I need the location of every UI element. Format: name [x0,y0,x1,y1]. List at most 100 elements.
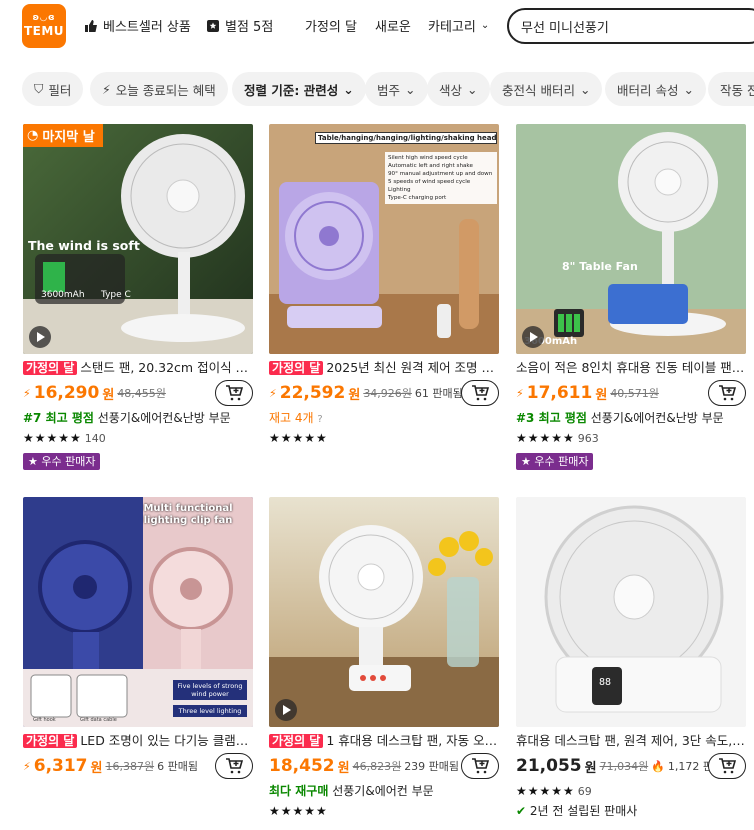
image-caption: Table/hanging/hanging/lighting/shaking h… [315,132,497,144]
sold-count: 6 판매됨 [157,760,198,773]
deal-tag: 가정의 달 [269,361,324,375]
review-count: 140 [84,432,106,445]
product-card[interactable]: 8" Table Fan 3600mAh 소음이 적은 8인치 휴대용 진동 테… [516,124,746,470]
product-card[interactable]: 88 휴대용 데스크탑 팬, 원격 제어, 3단 속도, LED 21,055 원… [516,497,746,821]
filter-button[interactable]: ⛉ 필터 [22,72,84,106]
currency: 원 [102,387,115,403]
product-image[interactable] [269,497,499,727]
star-rating: ★★★★★ [516,431,575,445]
product-price: 16,290 [33,383,100,403]
play-icon[interactable] [29,326,51,348]
nav-category[interactable]: 카테고리 ⌄ [428,16,489,35]
last-day-badge: ◔ 마지막 날 [23,124,103,147]
last-day-label: 마지막 날 [42,130,95,145]
original-price: 48,455원 [117,387,166,400]
nav-five-star[interactable]: 별점 5점 [206,16,273,35]
deal-tag: 가정의 달 [269,734,324,748]
rank-row[interactable]: #7 최고 평점 선풍기&에어컨&난방 부문 [23,408,253,428]
product-card[interactable]: The wind is soft 3600mAh Type C ◔ 마지막 날 … [23,124,253,470]
star-rating: ★★★★★ [516,784,575,798]
search-input[interactable]: 무선 미니선풍기 [507,8,754,44]
chevron-down-icon: ⌄ [467,81,478,97]
header: ʚ◡ɞ TEMU 베스트셀러 상품 별점 5점 가정의 달 새로운 카테고리 ⌄… [0,0,754,52]
rank-category: 선풍기&에어컨&난방 부문 [590,411,724,425]
chevron-down-icon: ⌄ [683,81,694,97]
feature-item: Silent high wind speed cycle [388,155,468,161]
battery-dropdown[interactable]: 충전식 배터리 ⌄ [490,72,603,106]
lightning-icon: ⚡ [516,386,524,400]
top-seller-label: 우수 판매자 [534,455,589,468]
product-image[interactable]: 8" Table Fan 3600mAh [516,124,746,354]
lightning-icon: ⚡ [269,386,277,400]
nav-month-deal[interactable]: 가정의 달 [305,16,357,35]
logo-mark: ʚ◡ɞ [32,13,56,23]
battery-attr-label: 배터리 속성 [617,82,679,98]
product-title-row[interactable]: 가정의 달 LED 조명이 있는 다기능 클램프 팬 [23,731,253,751]
feature-item: Type-C charging port [388,195,447,201]
cart-icon [719,385,736,401]
top-seller-badge: ★ 우수 판매자 [516,453,594,470]
temu-logo[interactable]: ʚ◡ɞ TEMU [22,4,66,48]
help-icon[interactable]: ? [317,414,322,425]
product-card[interactable]: 가정의 달1 휴대용 데스크탑 팬, 자동 오실레이팅 18,452원 46,8… [269,497,499,821]
product-title-row[interactable]: 휴대용 데스크탑 팬, 원격 제어, 3단 속도, LED [516,731,746,751]
product-image[interactable]: 88 [516,497,746,727]
add-to-cart-button[interactable] [708,380,746,406]
product-title: 휴대용 데스크탑 팬, 원격 제어, 3단 속도, LED [516,733,746,748]
rating-row[interactable]: ★★★★★ 69 [516,781,746,801]
price-row: 21,055 원 71,034원 🔥 1,172 판매됨 [516,751,746,781]
nav-month-deal-label: 가정의 달 [305,20,357,35]
add-to-cart-button[interactable] [461,753,499,779]
currency: 원 [348,387,361,403]
product-price: 21,055 [516,756,582,776]
play-icon[interactable] [275,699,297,721]
original-price: 16,387원 [105,760,155,773]
add-to-cart-button[interactable] [708,753,746,779]
add-to-cart-button[interactable] [215,380,253,406]
add-to-cart-button[interactable] [461,380,499,406]
price-row: 18,452 원 46,823원 239 판매됨 [269,751,499,781]
repurchase-label: 최다 재구매 [269,784,329,798]
product-card[interactable]: Multi functional lighting clip fan Five … [23,497,253,781]
rating-row[interactable]: ★★★★★ 140 [23,428,253,448]
feature-item: 5 speeds of wind speed cycle [388,179,471,185]
rating-row[interactable]: ★★★★★ 963 [516,428,746,448]
rating-row[interactable]: ★★★★★ [269,428,499,448]
rating-row[interactable]: ★★★★★ [269,801,499,821]
play-icon[interactable] [522,326,544,348]
image-caption-light: Three level lighting [173,705,247,717]
image-caption: The wind is soft [28,238,140,253]
sold-count: 239 판매됨 [404,760,460,773]
chevron-down-icon: ⌄ [480,20,490,31]
nav-bestseller[interactable]: 베스트셀러 상품 [84,16,191,35]
product-card[interactable]: Table/hanging/hanging/lighting/shaking h… [269,124,499,448]
product-image[interactable]: Table/hanging/hanging/lighting/shaking h… [269,124,499,354]
product-title-row[interactable]: 가정의 달2025년 최신 원격 제어 조명 팬, 휴대용 [269,358,499,378]
product-image[interactable]: The wind is soft 3600mAh Type C ◔ 마지막 날 [23,124,253,354]
battery-attr-dropdown[interactable]: 배터리 속성 ⌄ [605,72,706,106]
image-caption-cable: Gift data cable [80,717,117,723]
feature-item: 90° manual adjustment up and down [388,171,493,177]
product-image[interactable]: Multi functional lighting clip fan Five … [23,497,253,727]
nav-new[interactable]: 새로운 [375,16,411,35]
sort-dropdown[interactable]: 정렬 기준: 관련성 ⌄ [232,72,366,106]
seller-info: 2년 전 설립된 판매사 [529,804,638,818]
category-label: 범주 [377,82,401,98]
top-seller-label: 우수 판매자 [41,455,96,468]
color-dropdown[interactable]: 색상 ⌄ [427,72,490,106]
product-title-row[interactable]: 가정의 달 스탠드 팬, 20.32cm 접이식 휴대용 [23,358,253,378]
review-count: 963 [577,432,599,445]
product-title-row[interactable]: 소음이 적은 8인치 휴대용 진동 테이블 팬, 배터리 [516,358,746,378]
add-to-cart-button[interactable] [215,753,253,779]
category-dropdown[interactable]: 범주 ⌄ [365,72,428,106]
repurchase-row[interactable]: 최다 재구매 선풍기&에어컨 부문 [269,781,499,801]
product-price: 22,592 [279,383,346,403]
rank-row[interactable]: #3 최고 평점 선풍기&에어컨&난방 부문 [516,408,746,428]
product-title-row[interactable]: 가정의 달1 휴대용 데스크탑 팬, 자동 오실레이팅 [269,731,499,751]
star-box-icon [207,19,219,32]
currency: 원 [584,760,597,776]
operation-dropdown[interactable]: 작동 전 [708,72,754,106]
logo-text: TEMU [23,24,65,38]
ending-today-chip[interactable]: ⚡ 오늘 종료되는 혜택 [90,72,228,106]
nav-bestseller-label: 베스트셀러 상품 [103,20,191,35]
